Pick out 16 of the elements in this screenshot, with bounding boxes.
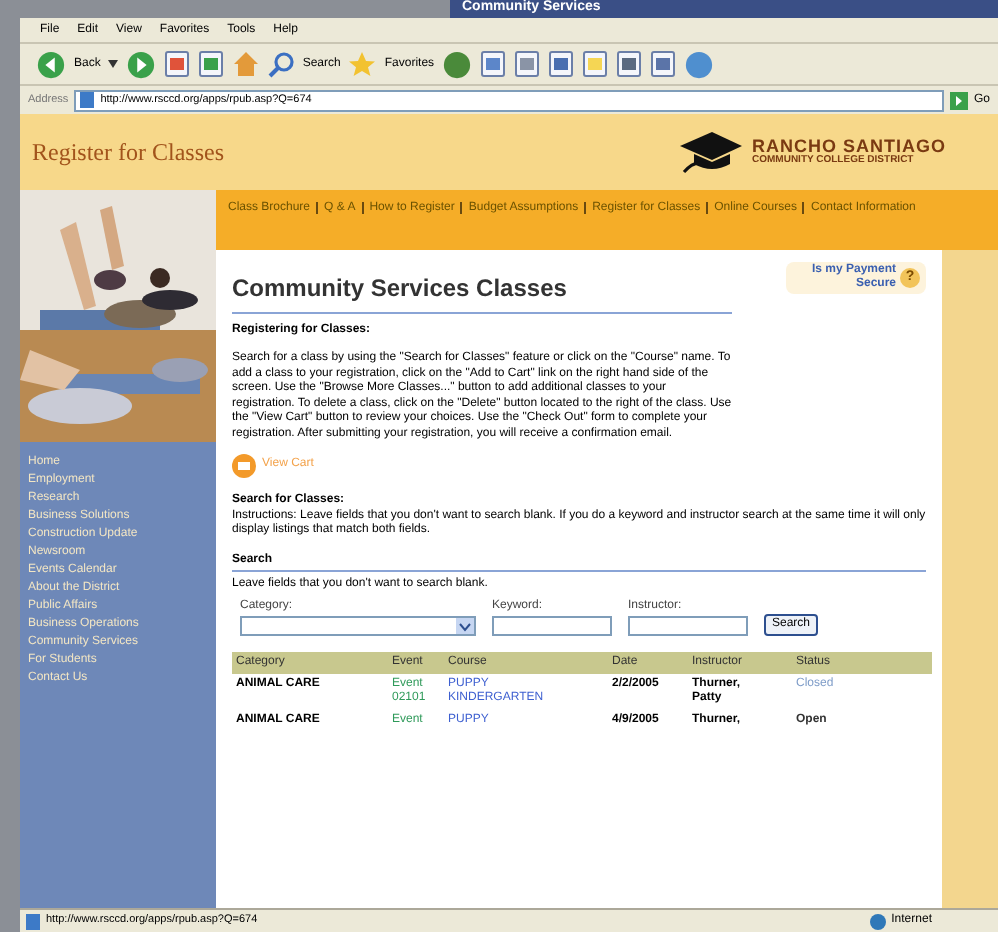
text-field[interactable] — [492, 615, 612, 636]
caret-icon[interactable] — [108, 60, 119, 68]
cart-icon — [232, 453, 256, 478]
logo-name: RANCHO SANTIAGO — [752, 138, 946, 156]
dropdown-arrow-icon — [456, 617, 474, 634]
star-icon[interactable] — [348, 50, 377, 78]
search-icon[interactable] — [268, 51, 295, 77]
globe-icon — [869, 913, 886, 929]
graduation-cap-icon — [676, 130, 744, 174]
category-dropdown[interactable] — [240, 615, 476, 636]
content-title: Community Services Classes — [232, 272, 567, 306]
back-icon[interactable] — [36, 49, 66, 79]
page-title: Register for Classes — [32, 136, 224, 170]
home-icon[interactable] — [232, 50, 261, 78]
text-field[interactable] — [628, 615, 748, 636]
go-icon[interactable] — [949, 91, 968, 109]
